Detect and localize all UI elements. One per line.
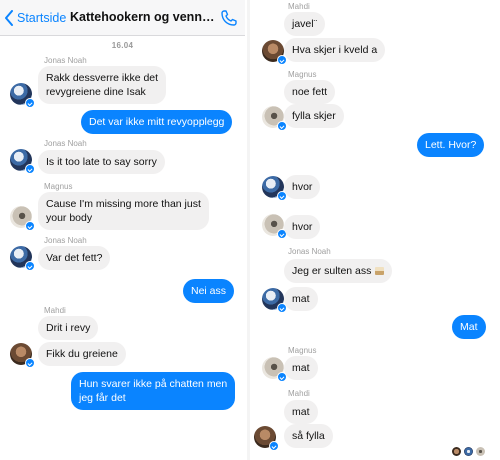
avatar-jonas-noah[interactable] — [10, 246, 35, 271]
messenger-badge-icon — [25, 358, 35, 368]
chevron-left-icon — [4, 10, 14, 26]
left-chat-panel: Startside Kattehookern og venne… 16.04 J… — [0, 0, 245, 460]
message-bubble[interactable]: Lett. Hvor? — [417, 133, 485, 157]
avatar-magnus[interactable] — [262, 214, 287, 239]
conversation-title[interactable]: Kattehookern og venne… — [70, 10, 218, 24]
message-bubble[interactable]: hvor — [284, 215, 321, 239]
seen-avatar-jonas-noah — [464, 447, 473, 456]
message-bubble[interactable]: fylla skjer — [284, 104, 344, 128]
panel-divider — [247, 0, 250, 460]
avatar-magnus[interactable] — [262, 357, 287, 382]
avatar-mahdi[interactable] — [10, 343, 35, 368]
messenger-badge-icon — [25, 221, 35, 231]
back-label: Startside — [17, 11, 67, 25]
phone-icon[interactable] — [220, 9, 238, 27]
sender-name: Magnus — [288, 346, 317, 355]
message-bubble[interactable]: mat — [284, 287, 318, 311]
date-separator: 16.04 — [111, 41, 134, 50]
avatar-magnus[interactable] — [262, 106, 287, 131]
sender-name: Jonas Noah — [44, 139, 87, 148]
food-emoji-icon — [375, 267, 385, 276]
message-text: revygreiene dine Isak — [46, 86, 146, 98]
message-bubble[interactable]: Hva skjer i kveld a — [284, 38, 386, 62]
message-bubble[interactable]: Mat — [452, 315, 486, 339]
message-text: Rakk dessverre ikke det — [46, 72, 159, 84]
avatar-jonas-noah[interactable] — [10, 149, 35, 174]
message-text: jeg får det — [79, 392, 126, 404]
avatar-mahdi[interactable] — [262, 40, 287, 65]
messenger-badge-icon — [25, 98, 35, 108]
sender-name: Mahdi — [44, 306, 66, 315]
sender-name: Magnus — [44, 182, 73, 191]
sender-name: Mahdi — [288, 389, 310, 398]
avatar-jonas-noah[interactable] — [262, 176, 287, 201]
sender-name: Jonas Noah — [44, 56, 87, 65]
avatar-jonas-noah[interactable] — [10, 83, 35, 108]
message-bubble[interactable]: Jeg er sulten ass — [284, 259, 393, 283]
message-text: your body — [46, 212, 93, 224]
avatar-jonas-noah[interactable] — [262, 288, 287, 313]
sender-name: Jonas Noah — [44, 236, 87, 245]
message-bubble[interactable]: mat — [284, 356, 318, 380]
seen-avatar-magnus — [476, 447, 485, 456]
right-chat-panel: Mahdi javel¨ Hva skjer i kveld a Magnus … — [252, 0, 500, 460]
conversation-header: Startside Kattehookern og venne… — [0, 0, 245, 36]
message-bubble[interactable]: Var det fett? — [38, 246, 111, 270]
message-bubble[interactable]: Hun svarer ikke på chatten men jeg får d… — [71, 372, 236, 410]
seen-avatar-mahdi — [452, 447, 461, 456]
message-bubble[interactable]: Nei ass — [183, 279, 235, 303]
messenger-badge-icon — [25, 164, 35, 174]
message-bubble[interactable]: mat — [284, 400, 318, 424]
sender-name: Jonas Noah — [288, 247, 331, 256]
message-bubble[interactable]: hvor — [284, 175, 321, 199]
sender-name: Magnus — [288, 70, 317, 79]
message-text: Jeg er sulten ass — [292, 265, 372, 277]
message-bubble[interactable]: javel¨ — [284, 12, 326, 36]
back-button[interactable]: Startside — [4, 8, 66, 28]
sender-name: Mahdi — [288, 2, 310, 11]
messenger-badge-icon — [269, 441, 279, 451]
message-bubble[interactable]: Drit i revy — [38, 316, 99, 340]
message-bubble[interactable]: noe fett — [284, 80, 336, 104]
message-bubble[interactable]: så fylla — [284, 424, 333, 448]
message-bubble[interactable]: Rakk dessverre ikke det revygreiene dine… — [38, 66, 167, 104]
message-text: Hun svarer ikke på chatten men — [79, 378, 228, 390]
message-text: Cause I'm missing more than just — [46, 198, 201, 210]
messenger-badge-icon — [25, 261, 35, 271]
avatar-mahdi[interactable] — [254, 426, 279, 451]
message-bubble[interactable]: Fikk du greiene — [38, 342, 126, 366]
avatar-magnus[interactable] — [10, 206, 35, 231]
message-bubble[interactable]: Cause I'm missing more than just your bo… — [38, 192, 209, 230]
message-bubble[interactable]: Is it too late to say sorry — [38, 150, 165, 174]
message-bubble[interactable]: Det var ikke mitt revyopplegg — [81, 110, 233, 134]
